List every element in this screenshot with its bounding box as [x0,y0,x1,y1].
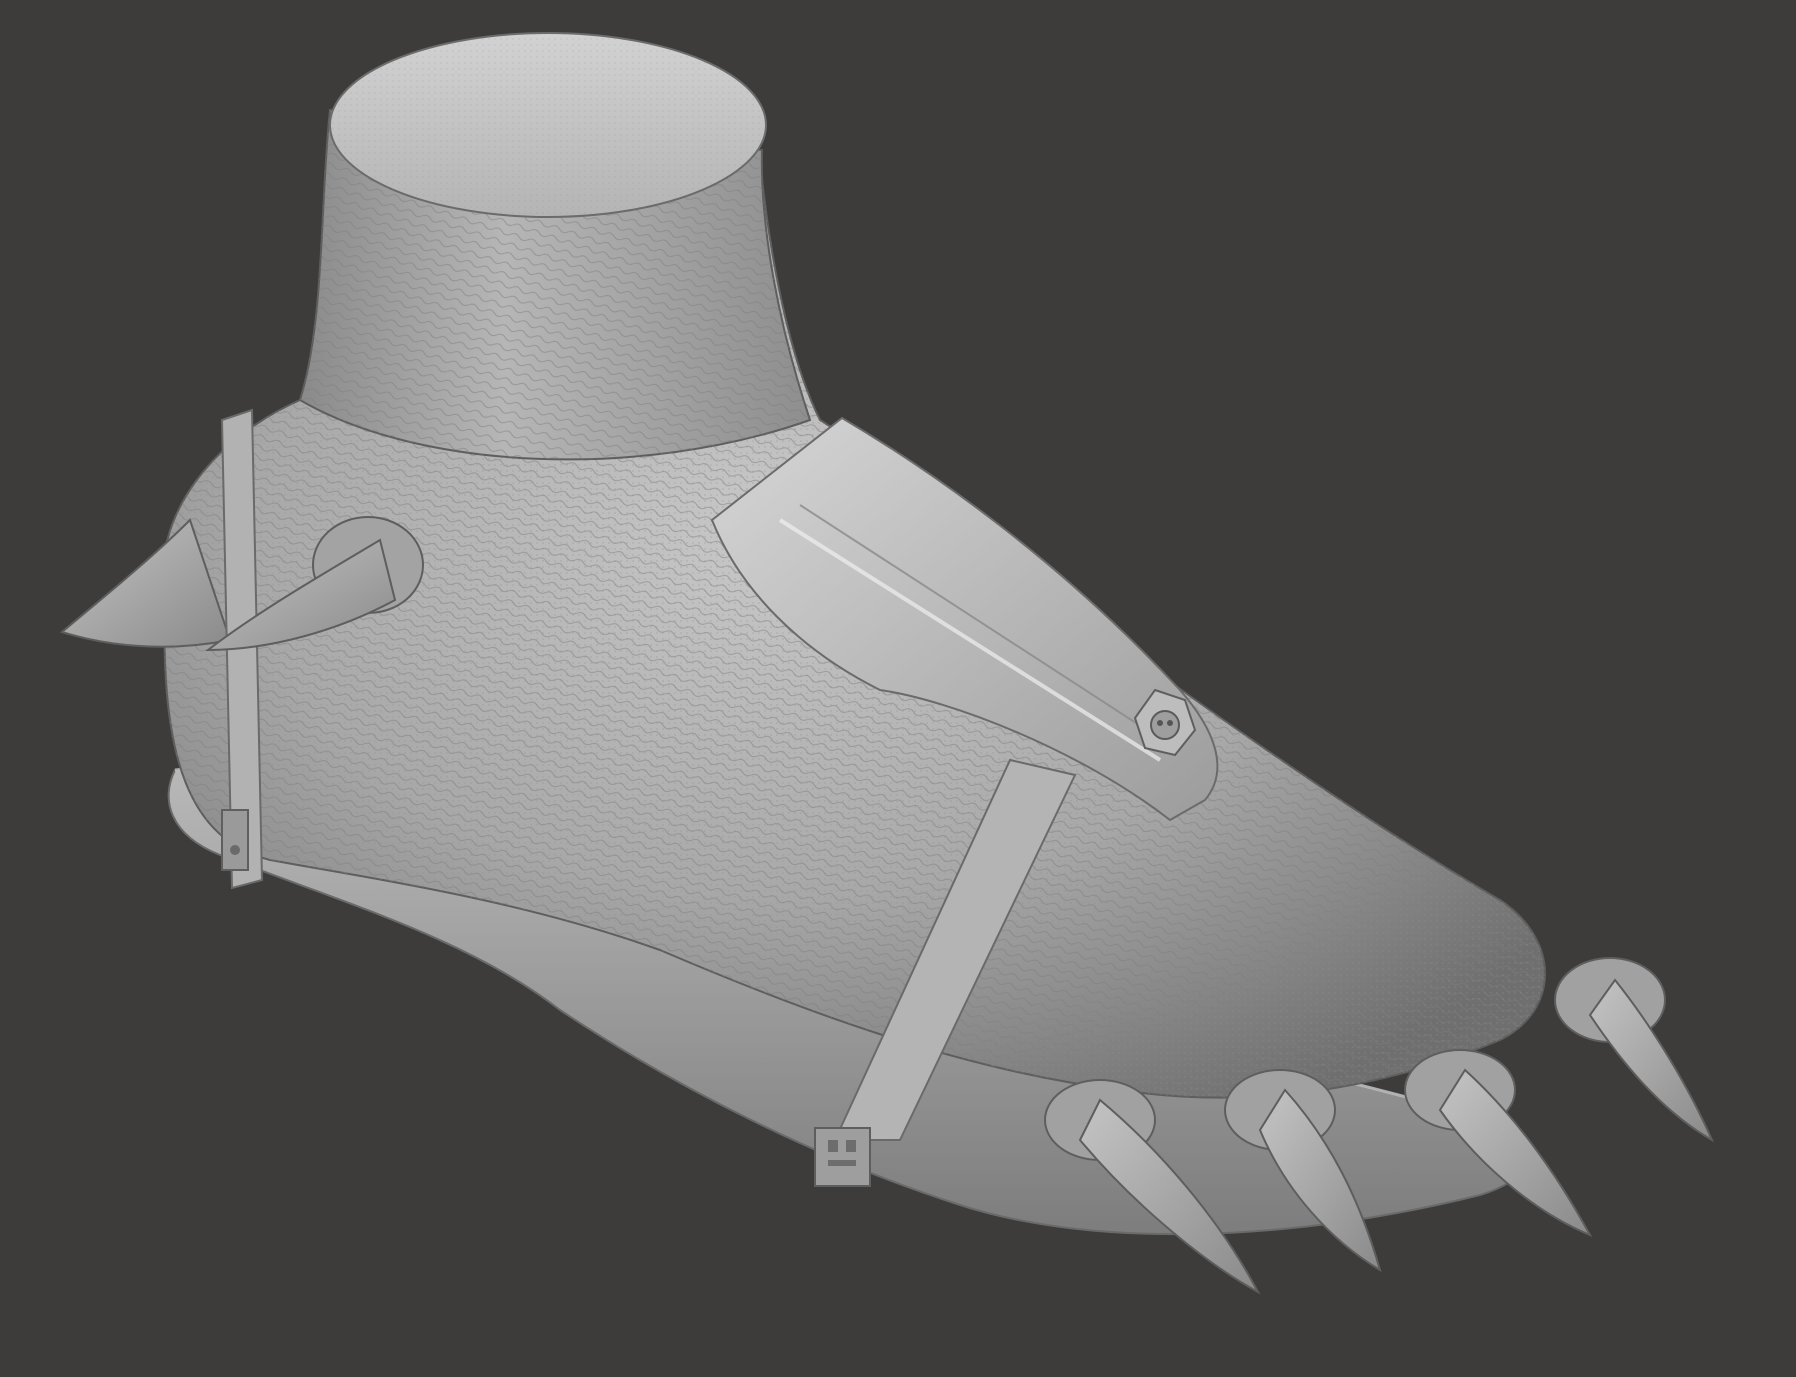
ankle-stump-cap [329,32,767,218]
toe-claw-4 [1554,957,1715,1143]
3d-viewport[interactable] [0,0,1796,1377]
sculpt-model[interactable] [0,0,1796,1377]
